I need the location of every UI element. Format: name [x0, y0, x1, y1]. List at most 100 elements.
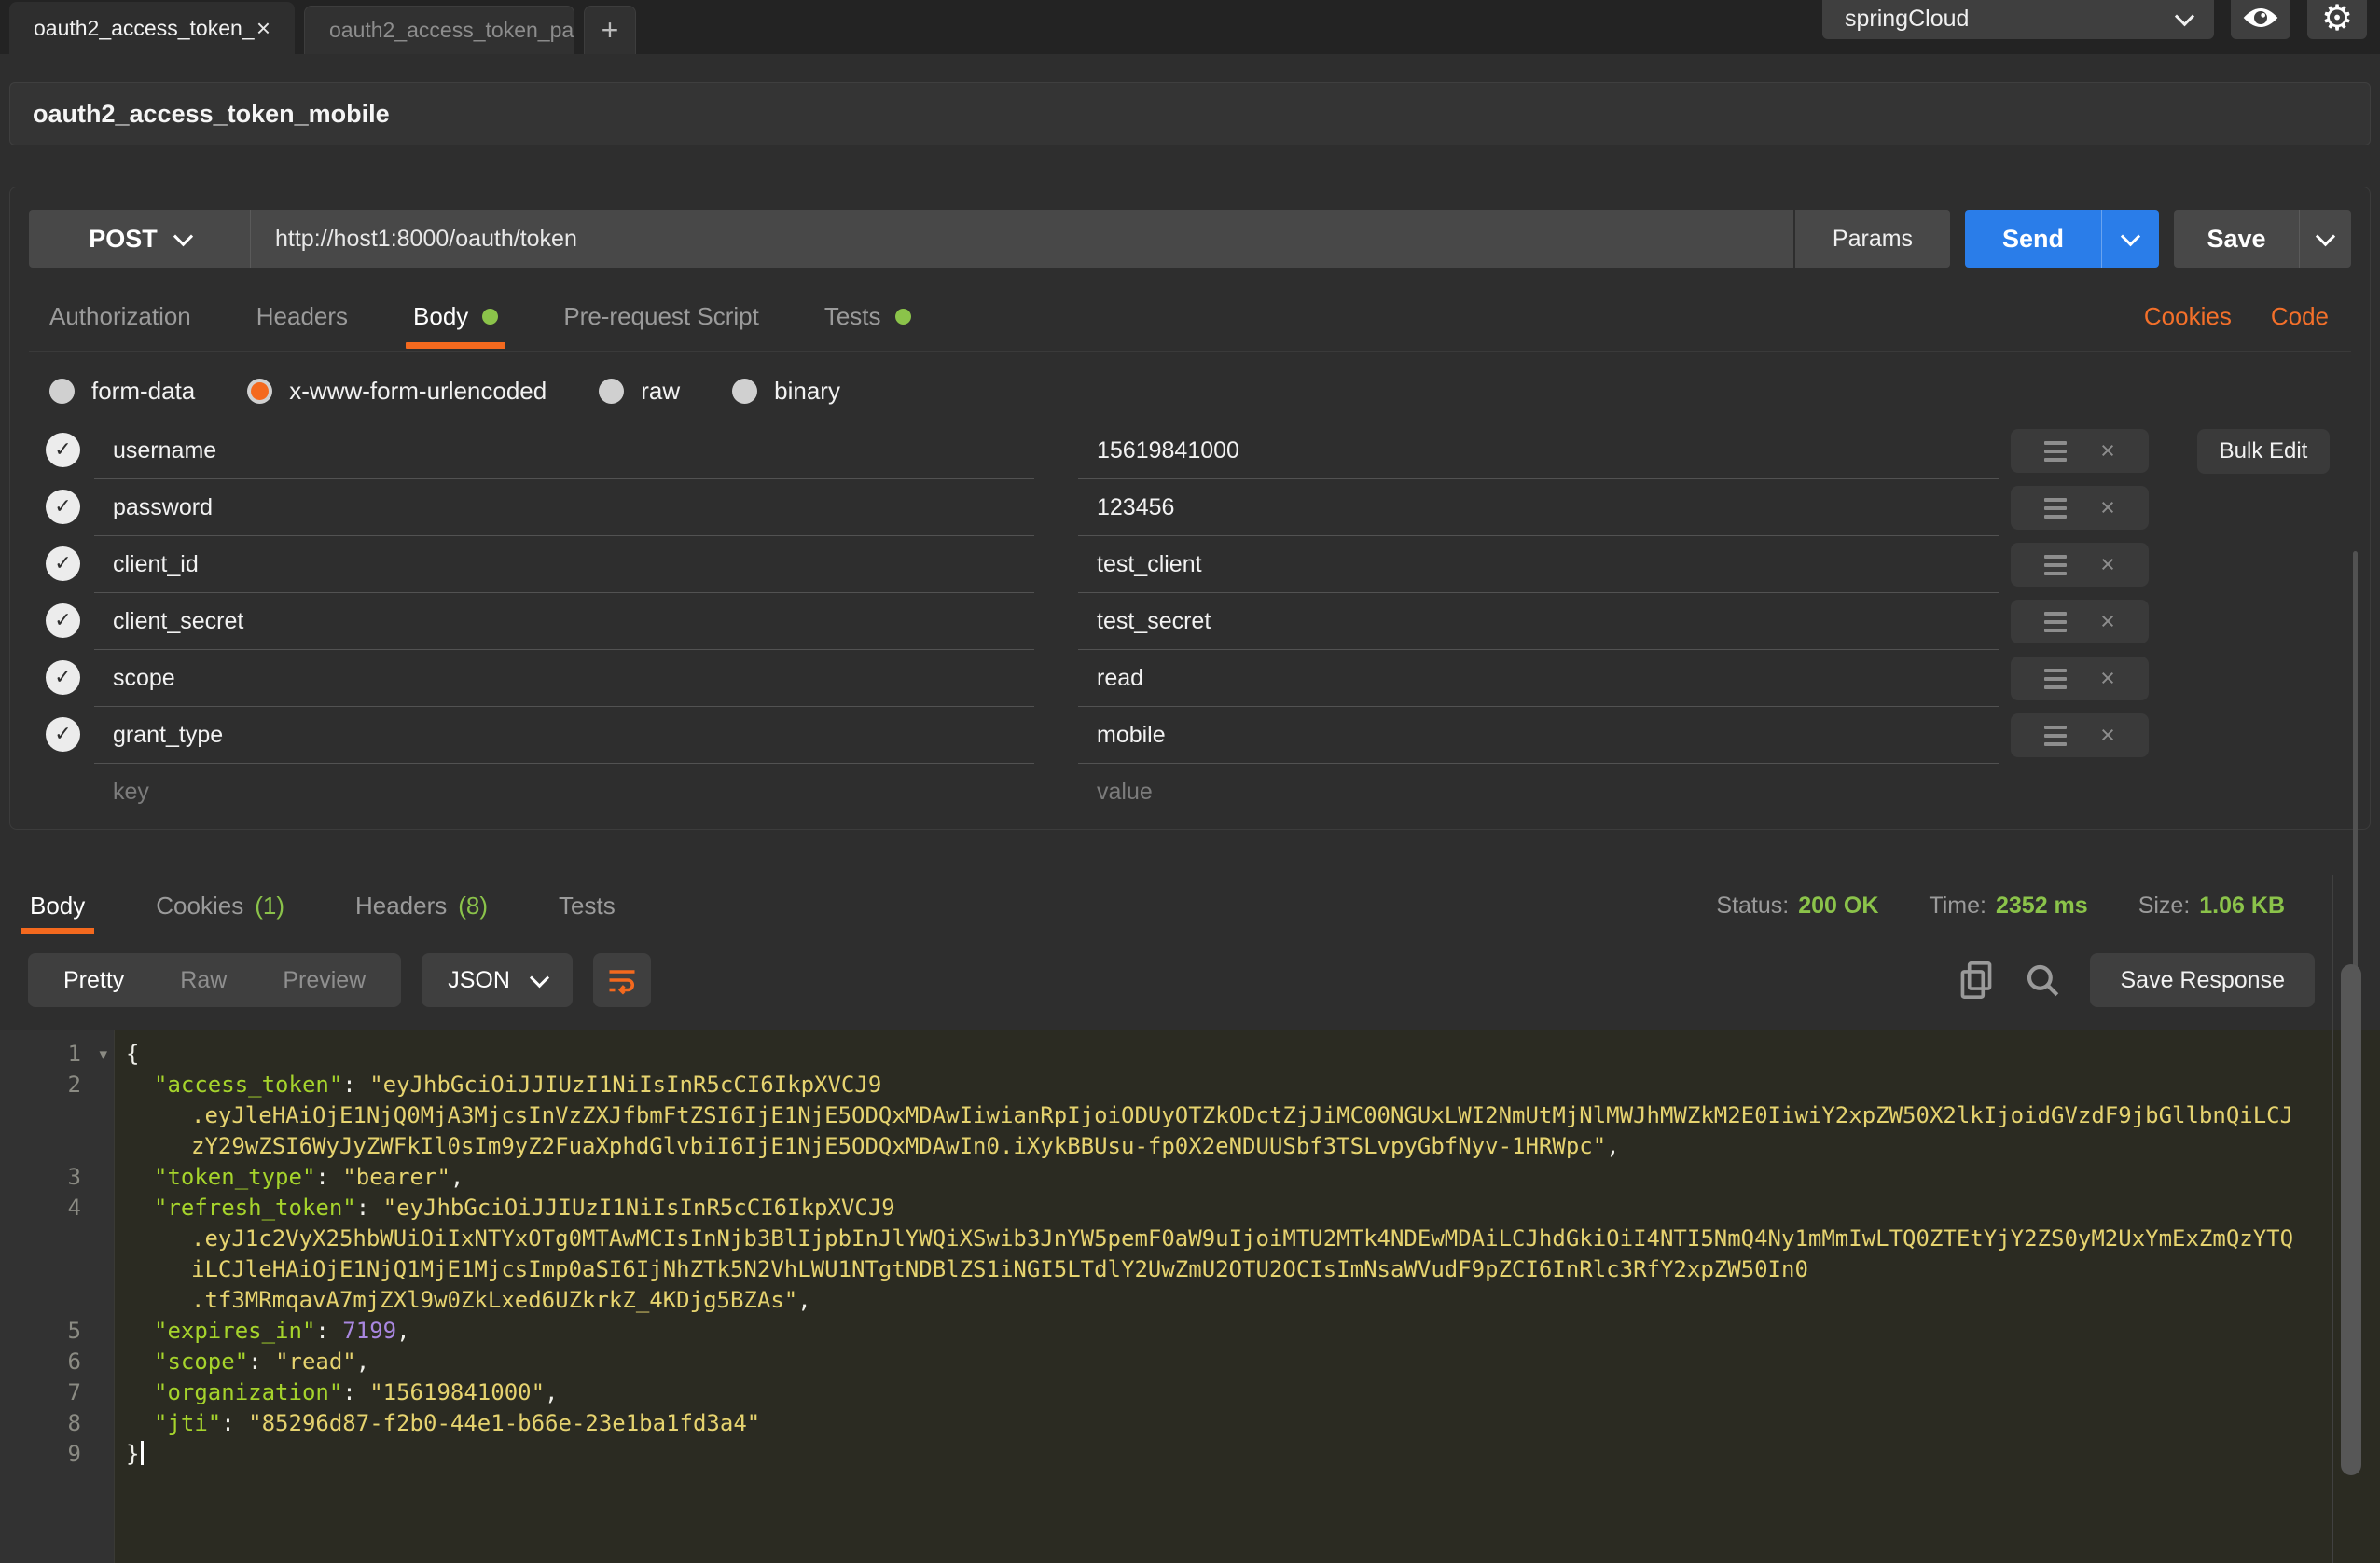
- drag-handle-icon[interactable]: [2044, 498, 2067, 519]
- code-line: 4"refresh_token": "eyJhbGciOiJJIUzI1NiIs…: [0, 1193, 2380, 1224]
- tab-body[interactable]: Body: [413, 283, 498, 351]
- environment-select[interactable]: springCloud: [1822, 0, 2214, 39]
- save-options-button[interactable]: [2299, 210, 2351, 268]
- copy-icon: [1958, 960, 1995, 1001]
- view-preview[interactable]: Preview: [255, 967, 394, 994]
- bulk-edit-button[interactable]: Bulk Edit: [2197, 429, 2330, 474]
- chevron-down-icon: [530, 968, 549, 988]
- tab-tests[interactable]: Tests: [824, 283, 911, 351]
- value-input[interactable]: test_client: [1078, 536, 1999, 593]
- environment-name: springCloud: [1845, 6, 1969, 33]
- body-mode-row: form-data x-www-form-urlencoded raw bina…: [49, 370, 840, 411]
- kv-row: ✓ password 123456 ×: [10, 479, 2370, 536]
- radio-unchecked-icon[interactable]: [49, 379, 75, 404]
- format-select[interactable]: JSON: [422, 953, 573, 1007]
- send-button[interactable]: Send: [1965, 210, 2101, 268]
- send-options-button[interactable]: [2101, 210, 2159, 268]
- tab-pre-request-script[interactable]: Pre-request Script: [563, 283, 759, 351]
- save-button[interactable]: Save: [2174, 210, 2299, 268]
- radio-checked-icon[interactable]: [247, 379, 272, 404]
- fold-arrow-icon[interactable]: ▾: [99, 1040, 107, 1071]
- save-response-button[interactable]: Save Response: [2090, 953, 2315, 1007]
- response-tab-tests[interactable]: Tests: [559, 877, 616, 934]
- new-tab-button[interactable]: +: [584, 6, 636, 54]
- response-tab-body[interactable]: Body: [30, 877, 85, 934]
- mode-raw[interactable]: raw: [599, 377, 680, 406]
- mode-x-www-form-urlencoded[interactable]: x-www-form-urlencoded: [247, 377, 547, 406]
- environment-preview-button[interactable]: [2231, 0, 2290, 39]
- tab-authorization[interactable]: Authorization: [49, 283, 191, 351]
- key-input[interactable]: scope: [94, 650, 1034, 707]
- drag-handle-icon[interactable]: [2044, 441, 2067, 462]
- key-input[interactable]: username: [94, 422, 1034, 479]
- view-raw[interactable]: Raw: [152, 967, 255, 994]
- delete-row-icon[interactable]: ×: [2100, 723, 2115, 748]
- url-input[interactable]: http://host1:8000/oauth/token: [251, 210, 1793, 268]
- mode-form-data[interactable]: form-data: [49, 377, 195, 406]
- method-select[interactable]: POST: [29, 210, 251, 268]
- response-tab-headers[interactable]: Headers (8): [355, 877, 488, 934]
- drag-handle-icon[interactable]: [2044, 669, 2067, 689]
- delete-row-icon[interactable]: ×: [2100, 438, 2115, 463]
- value-input[interactable]: 123456: [1078, 479, 1999, 536]
- code-line: .eyJleHAiOjE1NjQ0MjA3MjcsInVzZXJfbmFtZSI…: [0, 1100, 2380, 1131]
- key-input[interactable]: grant_type: [94, 707, 1034, 764]
- value-input[interactable]: mobile: [1078, 707, 1999, 764]
- close-tab-icon[interactable]: ×: [256, 14, 270, 43]
- row-controls: ×: [2011, 486, 2149, 530]
- code-lines: 1▾{2"access_token": "eyJhbGciOiJJIUzI1Ni…: [0, 1039, 2380, 1470]
- cookies-link[interactable]: Cookies: [2144, 302, 2232, 331]
- key-input[interactable]: client_secret: [94, 593, 1034, 650]
- radio-unchecked-icon[interactable]: [599, 379, 624, 404]
- response-scrollbar[interactable]: [2341, 964, 2361, 1475]
- row-controls: ×: [2011, 713, 2149, 757]
- request-tab-label: oauth2_access_token_passv: [329, 18, 574, 43]
- drag-handle-icon[interactable]: [2044, 612, 2067, 632]
- row-controls: ×: [2011, 543, 2149, 587]
- row-checkbox-checked[interactable]: ✓: [46, 490, 80, 524]
- value-input[interactable]: value: [1078, 764, 1999, 821]
- value-input[interactable]: read: [1078, 650, 1999, 707]
- row-checkbox-checked[interactable]: ✓: [46, 660, 80, 695]
- drag-handle-icon[interactable]: [2044, 555, 2067, 575]
- search-button[interactable]: [2023, 961, 2062, 1000]
- radio-unchecked-icon[interactable]: [732, 379, 757, 404]
- row-checkbox-checked[interactable]: ✓: [46, 546, 80, 581]
- settings-button[interactable]: ⚙: [2307, 0, 2367, 39]
- code-line: .eyJ1c2VyX25hbWUiOiIxNTYxOTg0MTAwMCIsInN…: [0, 1224, 2380, 1254]
- chevron-down-icon: [2175, 7, 2194, 26]
- code-link[interactable]: Code: [2271, 302, 2329, 331]
- code-line: 7"organization": "15619841000",: [0, 1377, 2380, 1408]
- view-pretty[interactable]: Pretty: [35, 967, 152, 994]
- search-icon: [2023, 961, 2062, 1000]
- delete-row-icon[interactable]: ×: [2100, 552, 2115, 577]
- value-input[interactable]: 15619841000: [1078, 422, 1999, 479]
- delete-row-icon[interactable]: ×: [2100, 609, 2115, 634]
- url-value: http://host1:8000/oauth/token: [275, 226, 577, 253]
- response-body-viewer[interactable]: 1▾{2"access_token": "eyJhbGciOiJJIUzI1Ni…: [0, 1030, 2380, 1563]
- row-checkbox-checked[interactable]: ✓: [46, 717, 80, 752]
- drag-handle-icon[interactable]: [2044, 726, 2067, 746]
- request-tab-active[interactable]: oauth2_access_token_ ×: [9, 2, 295, 54]
- response-actions: Save Response: [1958, 953, 2315, 1007]
- mode-binary[interactable]: binary: [732, 377, 840, 406]
- key-input[interactable]: client_id: [94, 536, 1034, 593]
- gear-icon: ⚙: [2321, 0, 2353, 38]
- row-checkbox-checked[interactable]: ✓: [46, 603, 80, 638]
- tab-headers[interactable]: Headers: [256, 283, 348, 351]
- response-tab-cookies[interactable]: Cookies (1): [156, 877, 284, 934]
- checkmark-icon: ✓: [54, 438, 71, 462]
- params-button[interactable]: Params: [1793, 210, 1950, 268]
- url-group: POST http://host1:8000/oauth/token Param…: [29, 210, 1950, 268]
- value-input[interactable]: test_secret: [1078, 593, 1999, 650]
- request-tab-inactive[interactable]: oauth2_access_token_passv: [304, 6, 574, 54]
- row-checkbox-checked[interactable]: ✓: [46, 433, 80, 467]
- delete-row-icon[interactable]: ×: [2100, 495, 2115, 520]
- copy-button[interactable]: [1958, 960, 1995, 1001]
- request-scrollbar[interactable]: [2353, 551, 2358, 1016]
- delete-row-icon[interactable]: ×: [2100, 666, 2115, 691]
- chevron-down-icon: [2316, 227, 2335, 246]
- wrap-text-button[interactable]: [593, 953, 651, 1007]
- key-input[interactable]: key: [94, 764, 1034, 821]
- key-input[interactable]: password: [94, 479, 1034, 536]
